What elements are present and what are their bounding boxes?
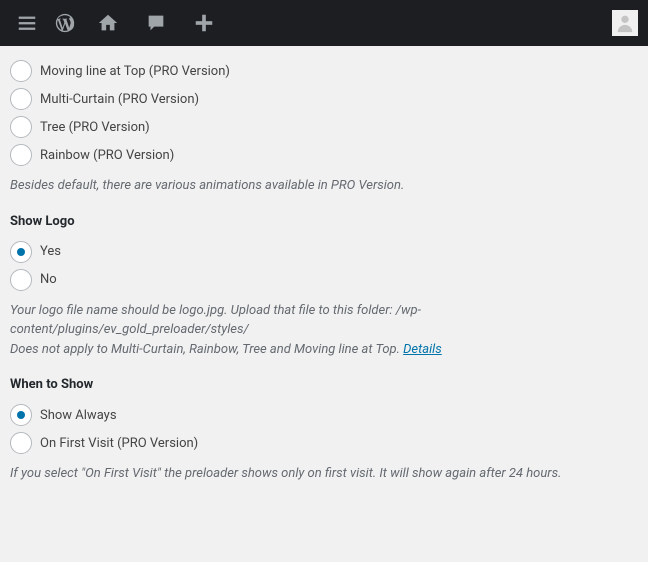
radio-show-logo-no[interactable]: No <box>10 269 638 291</box>
radio-input[interactable] <box>10 404 32 426</box>
settings-content: Moving line at Top (PRO Version) Multi-C… <box>0 46 648 510</box>
radio-tree[interactable]: Tree (PRO Version) <box>10 116 638 138</box>
radio-input[interactable] <box>10 241 32 263</box>
radio-input[interactable] <box>10 116 32 138</box>
when-to-show-description: If you select "On First Visit" the prelo… <box>10 464 638 484</box>
wp-admin-toolbar <box>0 0 648 46</box>
radio-label: On First Visit (PRO Version) <box>40 436 198 451</box>
radio-input[interactable] <box>10 88 32 110</box>
radio-label: Rainbow (PRO Version) <box>40 148 174 163</box>
home-icon[interactable] <box>84 0 132 46</box>
show-logo-description: Your logo file name should be logo.jpg. … <box>10 301 638 360</box>
details-link[interactable]: Details <box>403 342 442 357</box>
desc-line-1: Your logo file name should be logo.jpg. … <box>10 303 421 338</box>
radio-moving-line[interactable]: Moving line at Top (PRO Version) <box>10 60 638 82</box>
radio-label: Tree (PRO Version) <box>40 120 150 135</box>
radio-input[interactable] <box>10 144 32 166</box>
wordpress-logo-icon[interactable] <box>46 0 84 46</box>
user-avatar[interactable] <box>612 10 638 36</box>
radio-multi-curtain[interactable]: Multi-Curtain (PRO Version) <box>10 88 638 110</box>
comments-icon[interactable] <box>132 0 180 46</box>
add-new-icon[interactable] <box>180 0 228 46</box>
section-title-show-logo: Show Logo <box>10 214 638 229</box>
radio-input[interactable] <box>10 269 32 291</box>
animations-description: Besides default, there are various anima… <box>10 176 638 196</box>
radio-input[interactable] <box>10 60 32 82</box>
menu-icon[interactable] <box>8 0 46 46</box>
radio-show-always[interactable]: Show Always <box>10 404 638 426</box>
radio-label: Show Always <box>40 408 117 423</box>
radio-on-first-visit[interactable]: On First Visit (PRO Version) <box>10 432 638 454</box>
radio-show-logo-yes[interactable]: Yes <box>10 241 638 263</box>
radio-label: Yes <box>40 244 61 259</box>
radio-input[interactable] <box>10 432 32 454</box>
section-title-when-to-show: When to Show <box>10 377 638 392</box>
radio-label: Moving line at Top (PRO Version) <box>40 64 230 79</box>
radio-rainbow[interactable]: Rainbow (PRO Version) <box>10 144 638 166</box>
radio-label: No <box>40 272 57 287</box>
radio-label: Multi-Curtain (PRO Version) <box>40 92 199 107</box>
desc-line-2: Does not apply to Multi-Curtain, Rainbow… <box>10 342 403 357</box>
